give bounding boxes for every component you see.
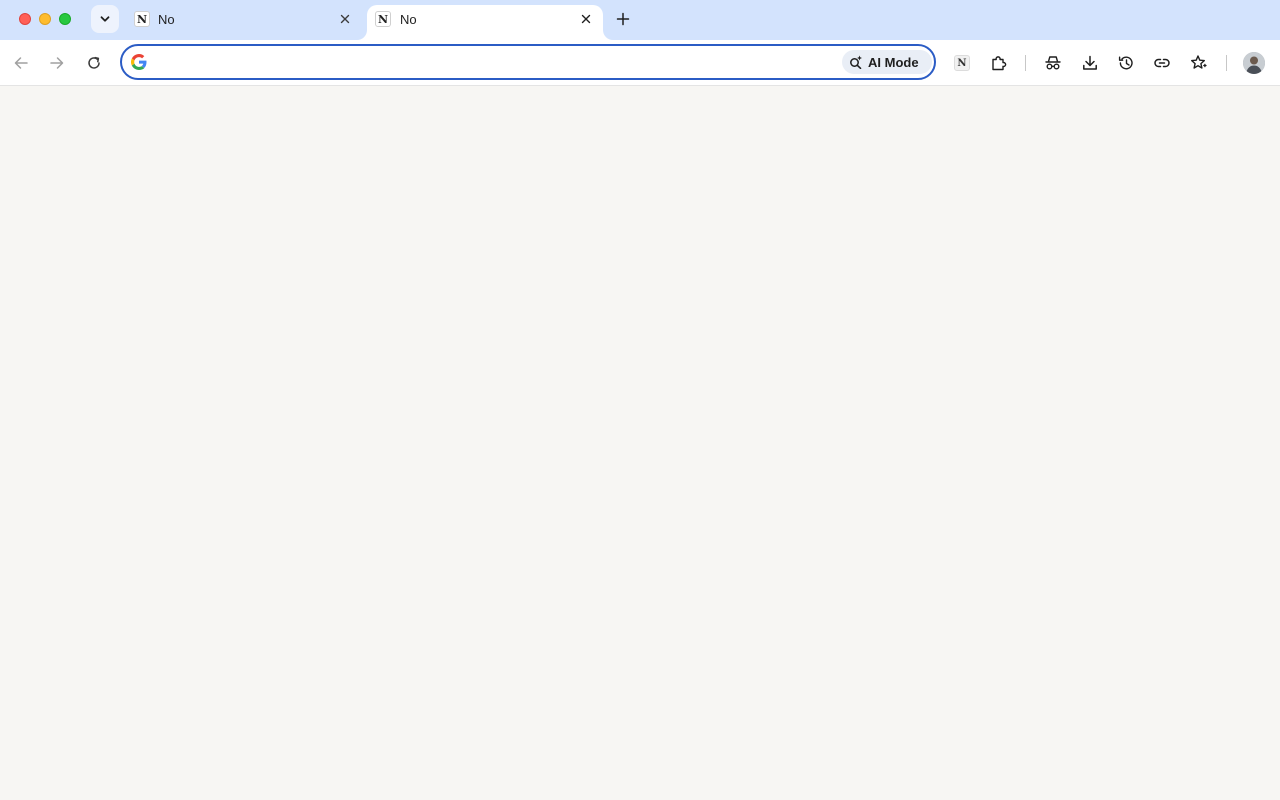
back-button[interactable] [9,51,33,75]
profile-avatar[interactable] [1243,52,1265,74]
notion-favicon-icon: N [134,11,150,27]
chevron-down-icon [100,16,110,22]
incognito-button[interactable] [1041,51,1065,75]
toolbar: AI Mode N [0,40,1280,86]
tab-search-button[interactable] [91,5,119,33]
window-close-button[interactable] [19,13,31,25]
reload-button[interactable] [82,51,106,75]
download-icon [1083,55,1097,70]
notion-favicon-icon: N [375,11,391,27]
downloads-button[interactable] [1078,51,1102,75]
page-content-area[interactable] [0,86,1280,800]
window-maximize-button[interactable] [59,13,71,25]
forward-button[interactable] [45,51,69,75]
copy-link-button[interactable] [1150,51,1174,75]
google-g-icon [131,54,147,70]
close-icon [581,14,591,24]
bookmarks-button[interactable] [1187,51,1211,75]
browser-window: N No N No AI Mode N [0,0,1280,800]
incognito-icon [1045,56,1061,70]
extensions-button[interactable] [987,51,1011,75]
tab-title: No [400,12,417,27]
sparkle-search-icon [850,55,862,69]
window-minimize-button[interactable] [39,13,51,25]
tab-2-active[interactable]: N No [367,5,603,40]
ai-mode-label: AI Mode [868,54,919,70]
tab-strip: N No N No [0,0,1280,40]
link-icon [1154,58,1170,68]
reload-icon [88,56,100,69]
close-icon [340,14,350,24]
history-button[interactable] [1114,51,1138,75]
omnibox[interactable]: AI Mode [120,44,936,80]
tab-1[interactable]: N No [124,0,364,40]
arrow-left-icon [14,57,28,69]
new-tab-button[interactable] [612,8,634,30]
toolbar-divider [1025,55,1026,71]
tab-close-button[interactable] [578,11,594,27]
toolbar-divider [1226,55,1227,71]
ai-mode-button[interactable]: AI Mode [842,50,932,74]
history-icon [1118,56,1133,70]
puzzle-extensions-icon [992,56,1007,71]
tab-title: No [158,12,175,27]
bookmarks-star-icon [1191,55,1207,69]
tab-close-button[interactable] [337,11,353,27]
avatar-photo-icon [1243,52,1265,74]
plus-icon [616,12,630,26]
arrow-right-icon [50,57,64,69]
omnibox-input[interactable] [156,50,836,74]
notion-extension-icon[interactable]: N [954,55,970,71]
